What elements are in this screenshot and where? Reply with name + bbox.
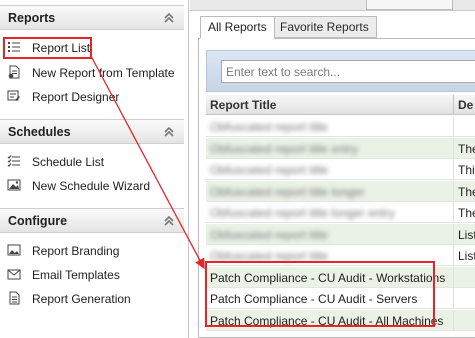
- description-cell: Thi: [458, 163, 475, 177]
- nav-item-new-schedule-wizard[interactable]: New Schedule Wizard: [0, 175, 184, 197]
- cell-divider: [453, 202, 454, 223]
- section-header-schedules[interactable]: Schedules: [0, 119, 184, 144]
- nav-item-schedule-list[interactable]: Schedule List: [0, 151, 184, 173]
- new-document-icon: [8, 65, 20, 79]
- nav-item-label: Report Designer: [32, 90, 120, 104]
- report-title-cell: Obfuscated report title: [210, 227, 329, 242]
- checklist-icon: [7, 155, 20, 167]
- list-icon: [8, 42, 20, 52]
- cell-divider: [453, 288, 454, 309]
- search-panel: [206, 50, 475, 92]
- report-title-cell: Obfuscated report title entry: [210, 141, 359, 156]
- description-cell: The: [458, 206, 475, 220]
- section-header-reports[interactable]: Reports: [0, 5, 184, 30]
- tab-all-reports[interactable]: All Reports: [200, 16, 275, 39]
- section-title: Schedules: [8, 125, 71, 139]
- column-header-description[interactable]: De: [458, 98, 473, 112]
- nav-item-label: New Report from Template: [32, 66, 175, 80]
- annotation-highlight-box: [205, 261, 435, 327]
- nav-item-email-templates[interactable]: Email Templates: [0, 264, 184, 286]
- nav-item-new-report-from-template[interactable]: New Report from Template: [0, 62, 184, 84]
- cell-divider: [453, 180, 454, 202]
- nav-item-label: Email Templates: [32, 268, 120, 282]
- report-title-cell: Obfuscated report title longer: [210, 184, 365, 199]
- collapse-chevron-icon[interactable]: [163, 125, 175, 137]
- document-icon: [9, 291, 20, 305]
- grid-header: Report Title De: [206, 95, 475, 115]
- nav-item-label: Report Branding: [32, 244, 120, 258]
- cell-divider: [453, 266, 454, 288]
- nav-item-label: New Schedule Wizard: [32, 179, 151, 193]
- cell-divider: [453, 309, 454, 331]
- nav-item-report-generation[interactable]: Report Generation: [0, 288, 184, 310]
- nav-item-label: Report List: [32, 41, 91, 55]
- table-row[interactable]: Obfuscated report title longer entry The: [206, 202, 475, 223]
- table-row[interactable]: Obfuscated report title entry The: [206, 137, 475, 159]
- nav-item-report-branding[interactable]: Report Branding: [0, 240, 184, 262]
- cell-divider: [453, 245, 454, 266]
- nav-item-report-list[interactable]: Report List: [0, 37, 184, 59]
- section-title: Configure: [8, 214, 68, 228]
- cell-divider: [453, 223, 454, 245]
- collapse-chevron-icon[interactable]: [163, 214, 175, 226]
- report-title-cell: Obfuscated report title: [210, 120, 329, 134]
- nav-item-label: Report Generation: [32, 292, 131, 306]
- navigation-pane: Reports Report List New Report from Temp…: [0, 0, 189, 338]
- table-row[interactable]: Obfuscated report title List: [206, 223, 475, 245]
- nav-item-label: Schedule List: [32, 155, 105, 169]
- envelope-icon: [7, 269, 21, 280]
- cell-divider: [453, 137, 454, 159]
- collapse-chevron-icon[interactable]: [163, 11, 175, 23]
- cell-divider: [453, 116, 454, 137]
- description-cell: The: [458, 141, 475, 156]
- search-input[interactable]: [221, 60, 475, 83]
- image-wizard-icon: [7, 179, 21, 191]
- tab-favorite-reports[interactable]: Favorite Reports: [272, 16, 377, 38]
- description-cell: List: [458, 249, 475, 263]
- report-title-cell: Obfuscated report title: [210, 163, 329, 177]
- section-title: Reports: [8, 11, 56, 25]
- nav-item-report-designer[interactable]: Report Designer: [0, 86, 184, 108]
- report-title-cell: Obfuscated report title longer entry: [210, 206, 395, 220]
- table-row[interactable]: Obfuscated report title: [206, 116, 475, 137]
- table-row[interactable]: Obfuscated report title longer The: [206, 180, 475, 202]
- designer-icon: [7, 90, 20, 101]
- image-icon: [7, 244, 21, 256]
- description-cell: The: [458, 184, 475, 199]
- description-cell: List: [458, 227, 475, 242]
- cell-divider: [453, 159, 454, 180]
- window-tab[interactable]: [366, 0, 453, 10]
- column-header-report-title[interactable]: Report Title: [210, 98, 276, 112]
- section-header-configure[interactable]: Configure: [0, 208, 184, 233]
- table-row[interactable]: Obfuscated report title Thi: [206, 159, 475, 180]
- column-divider[interactable]: [453, 95, 454, 115]
